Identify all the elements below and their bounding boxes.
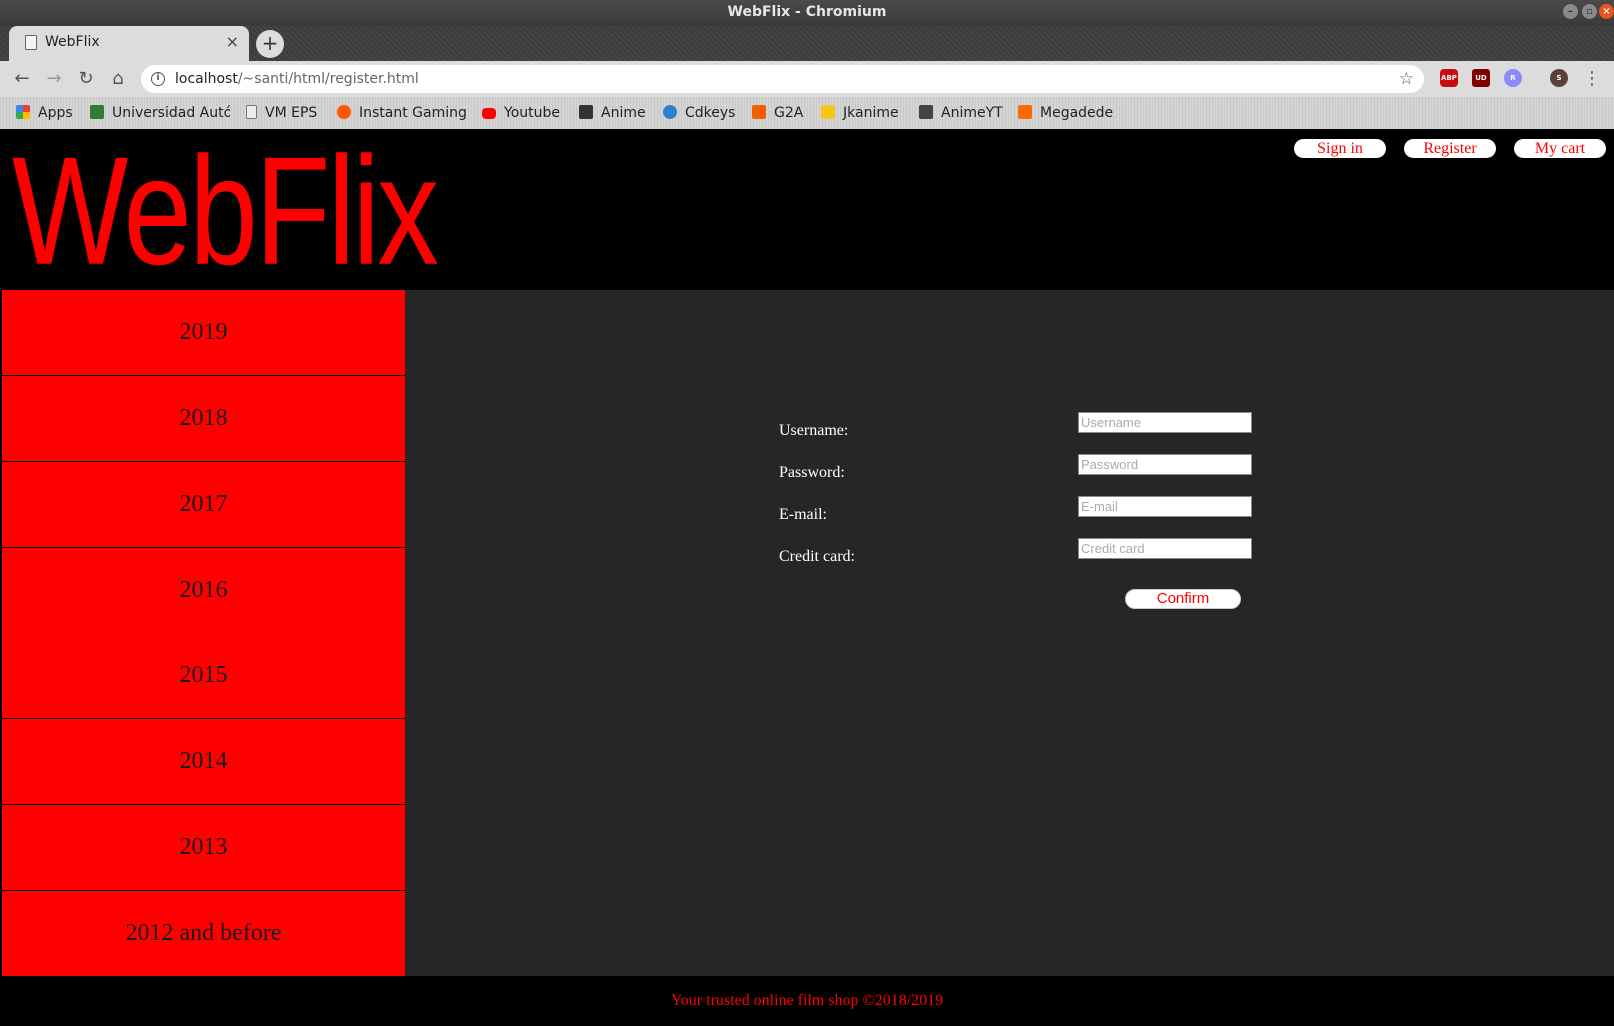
- password-input[interactable]: [1078, 454, 1252, 475]
- register-button[interactable]: Register: [1404, 139, 1496, 158]
- page-icon: [25, 35, 37, 50]
- bookmark-jkanime[interactable]: Jkanime: [821, 104, 899, 122]
- back-icon[interactable]: ←: [10, 67, 34, 91]
- email-input[interactable]: [1078, 496, 1252, 517]
- tab-strip: WebFlix × +: [0, 26, 1614, 61]
- username-label: Username:: [779, 422, 849, 439]
- window-title: WebFlix - Chromium: [727, 4, 887, 20]
- year-2018[interactable]: 2018: [2, 376, 405, 461]
- reload-icon[interactable]: ↻: [74, 67, 98, 91]
- site-footer: Your trusted online film shop ©2018/2019: [0, 976, 1614, 1021]
- bookmark-label: VM EPS: [265, 105, 318, 121]
- instant-gaming-icon: [337, 105, 351, 119]
- register-content: Username: Password: E-mail: Credit card:…: [405, 290, 1614, 976]
- tab-close-icon[interactable]: ×: [226, 32, 239, 51]
- apps-grid-icon: [16, 105, 30, 119]
- animeflv-icon: [579, 105, 593, 119]
- bookmark-label: Cdkeys: [685, 105, 736, 121]
- g2a-icon: [752, 105, 766, 119]
- my-cart-button[interactable]: My cart: [1514, 139, 1606, 158]
- url-path: /~santi/html/register.html: [237, 71, 419, 87]
- confirm-button[interactable]: Confirm: [1125, 589, 1241, 609]
- bookmark-label: Apps: [38, 105, 73, 121]
- address-bar[interactable]: i localhost/~santi/html/register.html ☆: [141, 65, 1424, 93]
- year-sidebar: 2019 2018 2017 2016 2015 2014 2013 2012 …: [2, 290, 405, 976]
- webflix-page: WebFlix Sign in Register My cart 2019 20…: [0, 129, 1614, 1021]
- university-icon: [90, 105, 104, 119]
- year-2012-and-before[interactable]: 2012 and before: [2, 891, 405, 976]
- year-2013[interactable]: 2013: [2, 805, 405, 890]
- browser-toolbar: ← → ↻ ⌂ i localhost/~santi/html/register…: [0, 61, 1614, 97]
- bookmark-label: Universidad Autó: [112, 105, 230, 121]
- bookmark-animeyt[interactable]: AnimeYT: [919, 104, 1003, 122]
- bookmark-label: Megadede: [1040, 105, 1114, 121]
- bookmark-label: Jkanime: [843, 105, 899, 121]
- ublock-icon[interactable]: UD: [1472, 69, 1490, 87]
- youtube-icon: [482, 108, 496, 119]
- bookmark-g2a[interactable]: G2A: [752, 104, 803, 122]
- bookmark-label: Instant Gaming: [359, 105, 467, 121]
- year-2019[interactable]: 2019: [2, 290, 405, 375]
- webflix-logo[interactable]: WebFlix: [12, 133, 439, 288]
- bookmark-label: Youtube: [504, 105, 560, 121]
- megadede-icon: [1018, 105, 1032, 119]
- close-window-icon[interactable]: ×: [1599, 4, 1614, 19]
- bookmark-vm-eps[interactable]: VM EPS: [246, 104, 317, 122]
- credit-card-input[interactable]: [1078, 538, 1252, 559]
- username-input[interactable]: [1078, 412, 1252, 433]
- bookmark-youtube[interactable]: Youtube: [482, 104, 560, 122]
- year-2016[interactable]: 2016: [2, 548, 405, 633]
- bookmark-label: G2A: [774, 105, 804, 121]
- tab-title: WebFlix: [45, 34, 100, 50]
- bookmark-universidad[interactable]: Universidad Autó: [90, 104, 230, 122]
- info-icon[interactable]: i: [151, 72, 165, 86]
- bookmark-label: AnimeYT: [941, 105, 1003, 121]
- credit-card-label: Credit card:: [779, 548, 855, 565]
- year-2015[interactable]: 2015: [2, 633, 405, 718]
- bookmark-label: Anime: [601, 105, 646, 121]
- email-label: E-mail:: [779, 506, 827, 523]
- year-2017[interactable]: 2017: [2, 462, 405, 547]
- jkanime-icon: [821, 105, 835, 119]
- tab-webflix[interactable]: WebFlix ×: [9, 26, 249, 61]
- window-titlebar: WebFlix - Chromium – ▫ ×: [0, 0, 1614, 26]
- minimize-icon[interactable]: –: [1563, 4, 1578, 19]
- new-tab-button[interactable]: +: [256, 30, 284, 58]
- site-header: WebFlix Sign in Register My cart: [2, 129, 1614, 289]
- year-2014[interactable]: 2014: [2, 719, 405, 804]
- bookmark-instant-gaming[interactable]: Instant Gaming: [337, 104, 467, 122]
- bookmark-cdkeys[interactable]: Cdkeys: [663, 104, 735, 122]
- menu-kebab-icon[interactable]: ⋮: [1580, 67, 1604, 91]
- cdkeys-icon: [663, 105, 677, 119]
- url-host: localhost: [175, 71, 238, 87]
- footer-text: Your trusted online film shop ©2018/2019: [670, 992, 944, 1009]
- bookmark-star-icon[interactable]: ☆: [1399, 65, 1414, 93]
- maximize-icon[interactable]: ▫: [1582, 4, 1597, 19]
- animeyt-icon: [919, 105, 933, 119]
- sign-in-button[interactable]: Sign in: [1294, 139, 1386, 158]
- password-label: Password:: [779, 464, 845, 481]
- extension-r-icon[interactable]: R: [1504, 69, 1522, 87]
- home-icon[interactable]: ⌂: [106, 67, 130, 91]
- bookmark-apps[interactable]: Apps: [16, 104, 73, 122]
- forward-icon[interactable]: →: [42, 67, 66, 91]
- page-icon: [246, 105, 257, 119]
- bookmark-megadede[interactable]: Megadede: [1018, 104, 1113, 122]
- url-text: localhost/~santi/html/register.html: [175, 65, 419, 93]
- bookmark-anime[interactable]: Anime: [579, 104, 646, 122]
- profile-avatar[interactable]: S: [1550, 69, 1568, 87]
- adblock-plus-icon[interactable]: ABP: [1440, 69, 1458, 87]
